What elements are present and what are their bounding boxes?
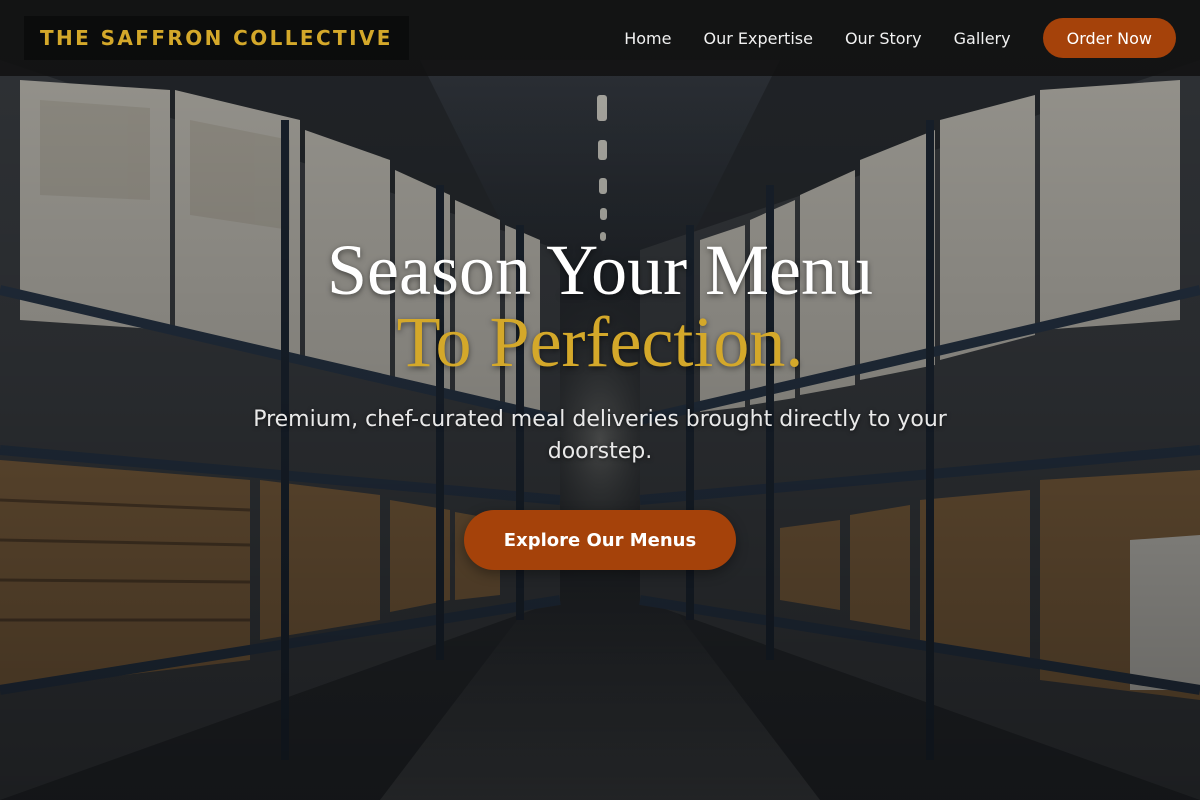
- hero-section: Season Your Menu To Perfection. Premium,…: [0, 230, 1200, 570]
- brand-logo[interactable]: THE SAFFRON COLLECTIVE: [24, 16, 409, 60]
- hero-headline-line1: Season Your Menu: [326, 230, 874, 310]
- nav-link-our-expertise[interactable]: Our Expertise: [703, 29, 812, 48]
- nav-link-our-story[interactable]: Our Story: [845, 29, 922, 48]
- explore-menus-button[interactable]: Explore Our Menus: [464, 510, 736, 570]
- top-navbar: THE SAFFRON COLLECTIVE Home Our Expertis…: [0, 0, 1200, 76]
- nav-link-gallery[interactable]: Gallery: [954, 29, 1011, 48]
- order-now-button[interactable]: Order Now: [1042, 18, 1176, 58]
- hero-headline-line2: To Perfection.: [396, 302, 804, 382]
- nav-links: Home Our Expertise Our Story Gallery Ord…: [624, 18, 1176, 58]
- nav-link-home[interactable]: Home: [624, 29, 671, 48]
- hero-headline: Season Your Menu To Perfection.: [0, 230, 1200, 382]
- hero-subtitle: Premium, chef-curated meal deliveries br…: [253, 407, 947, 464]
